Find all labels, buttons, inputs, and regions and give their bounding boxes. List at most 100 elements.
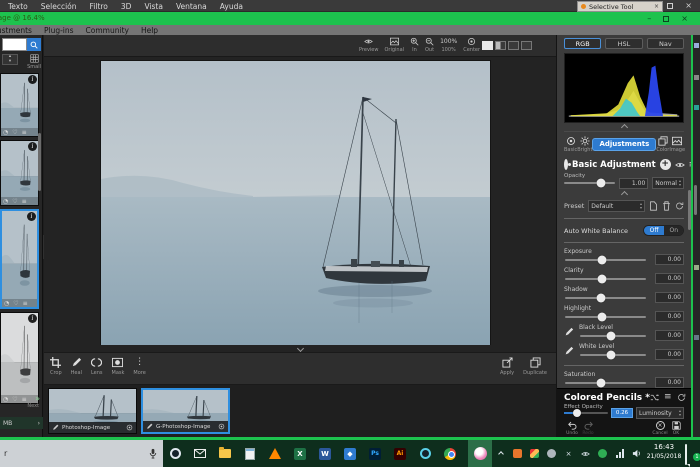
awb-off-option[interactable]: Off: [644, 226, 665, 235]
network-icon[interactable]: [614, 448, 625, 459]
shuffle-icon[interactable]: [650, 393, 659, 402]
cancel-button[interactable]: ×Cancel: [652, 421, 668, 436]
effect-reset-icon[interactable]: [677, 393, 686, 402]
preset-dropdown[interactable]: Default▴▾: [588, 200, 645, 212]
action-center-button[interactable]: 1: [685, 445, 699, 461]
filmstrip-thumbnail[interactable]: Photoshop-Image: [48, 388, 137, 434]
crop-button[interactable]: Crop: [50, 357, 62, 376]
category-color[interactable]: Color: [656, 136, 669, 153]
doc-minimize-button[interactable]: –: [647, 14, 651, 24]
mask-button[interactable]: Mask: [112, 357, 125, 376]
opacity-value[interactable]: 1.00: [619, 178, 648, 189]
favorite-icon[interactable]: ♡: [13, 300, 18, 307]
more-button[interactable]: ⋮More: [133, 357, 145, 376]
redo-button[interactable]: Redo: [580, 421, 596, 436]
center-view-button[interactable]: Center: [463, 37, 480, 53]
tab-rgb[interactable]: RGB: [564, 38, 601, 49]
chrome-icon[interactable]: [443, 447, 457, 461]
adjustment-collapse-chevron[interactable]: [564, 190, 684, 198]
taskbar-clock[interactable]: 16:43 21/05/2018: [643, 442, 685, 461]
favorite-icon[interactable]: ♡: [12, 129, 17, 136]
save-preset-icon[interactable]: [649, 201, 658, 211]
zoom-in-button[interactable]: In: [410, 37, 419, 53]
visibility-eye-icon[interactable]: [675, 160, 685, 170]
menu-item-ayuda[interactable]: Ayuda: [220, 2, 243, 11]
defender-icon[interactable]: ◆: [343, 447, 357, 461]
category-bright[interactable]: Bright: [577, 136, 592, 153]
menu-item-community[interactable]: Community: [86, 26, 129, 35]
target-icon[interactable]: [126, 424, 133, 431]
filter-dropdown[interactable]: ▴▾: [2, 54, 18, 65]
studio-app-icon[interactable]: [418, 447, 432, 461]
saturation-slider[interactable]: [565, 382, 646, 384]
tray-eye-icon[interactable]: [580, 448, 591, 459]
effect-thumbnail[interactable]: i ◔♡≡: [0, 73, 39, 137]
tray-green-icon[interactable]: [597, 448, 608, 459]
selective-tool-restore-button[interactable]: [646, 4, 651, 9]
delete-preset-icon[interactable]: [662, 201, 671, 211]
next-page-button[interactable]: » Next: [0, 395, 43, 411]
menu-item-plugins[interactable]: Plug-ins: [44, 26, 74, 35]
selective-tool-window[interactable]: Selective Tool ×: [577, 1, 663, 12]
effect-opacity-slider[interactable]: [564, 412, 608, 414]
white-eyedropper-icon[interactable]: [564, 346, 574, 356]
tray-app-color-icon[interactable]: [529, 448, 540, 459]
zoom-100-button[interactable]: 100%100%: [440, 37, 457, 53]
target-icon[interactable]: [218, 423, 225, 430]
menu-icon[interactable]: ≡: [23, 300, 28, 307]
photoshop-icon[interactable]: Ps: [368, 447, 382, 461]
tray-close-icon[interactable]: ×: [563, 448, 574, 459]
cortana-icon[interactable]: [168, 447, 182, 461]
volume-icon[interactable]: [631, 448, 642, 459]
white-level-slider[interactable]: [580, 354, 646, 356]
effect-blend-dropdown[interactable]: Luminosity▴▾: [636, 407, 684, 419]
effect-thumbnail[interactable]: i ◔♡≡: [0, 312, 39, 404]
menu-item-ventana[interactable]: Ventana: [176, 2, 207, 11]
add-adjustment-button[interactable]: +: [660, 159, 671, 170]
tray-app-grey-icon[interactable]: [546, 448, 557, 459]
category-adjustments[interactable]: Adjustments: [592, 138, 656, 151]
rating-icon[interactable]: ◔: [3, 198, 8, 205]
clarity-slider[interactable]: [565, 278, 646, 280]
menu-icon[interactable]: ≡: [22, 129, 27, 136]
shadow-slider[interactable]: [565, 297, 646, 299]
info-badge-icon[interactable]: i: [28, 314, 37, 323]
heal-button[interactable]: Heal: [71, 357, 82, 376]
mail-icon[interactable]: [193, 447, 207, 461]
doc-maximize-button[interactable]: [663, 16, 669, 22]
black-eyedropper-icon[interactable]: [564, 327, 574, 337]
black-level-slider[interactable]: [580, 335, 646, 337]
thumbnail-size-control[interactable]: Small: [27, 54, 41, 70]
awb-on-option[interactable]: On: [664, 226, 683, 235]
tray-expand-chevron[interactable]: [495, 448, 506, 459]
exposure-slider[interactable]: [565, 259, 646, 261]
ok-button[interactable]: OK: [668, 421, 684, 436]
menu-icon[interactable]: ≡: [22, 198, 27, 205]
word-icon[interactable]: W: [318, 447, 332, 461]
info-badge-icon[interactable]: i: [28, 142, 37, 151]
search-input[interactable]: [2, 38, 27, 51]
lens-button[interactable]: Lens: [91, 357, 103, 376]
file-explorer-icon[interactable]: [218, 447, 232, 461]
opacity-slider-knob[interactable]: [597, 179, 606, 188]
tray-app-orange-icon[interactable]: [512, 448, 523, 459]
info-badge-icon[interactable]: i: [28, 75, 37, 84]
effect-opacity-knob[interactable]: [573, 409, 581, 417]
category-basic[interactable]: Basic: [564, 136, 577, 153]
category-image[interactable]: Image: [669, 136, 685, 153]
menu-item-help[interactable]: Help: [141, 26, 158, 35]
favorite-icon[interactable]: ♡: [12, 198, 17, 205]
blend-mode-dropdown[interactable]: Normal▴▾: [652, 177, 684, 189]
menu-item-adjustments[interactable]: Adjustments: [0, 26, 32, 35]
effect-thumbnail-selected[interactable]: i ◔♡≡: [0, 209, 39, 309]
awb-toggle[interactable]: Off On: [643, 225, 684, 236]
single-view-button[interactable]: [482, 41, 493, 50]
undo-button[interactable]: Undo: [564, 421, 580, 436]
menu-item-vista[interactable]: Vista: [144, 2, 163, 11]
apply-button[interactable]: Apply: [500, 357, 514, 376]
search-button[interactable]: [27, 38, 41, 51]
excel-icon[interactable]: X: [293, 447, 307, 461]
filmstrip-thumbnail-selected[interactable]: G-Photoshop-Image: [141, 388, 230, 434]
notepad-icon[interactable]: [243, 447, 257, 461]
info-badge-icon[interactable]: i: [27, 212, 36, 221]
